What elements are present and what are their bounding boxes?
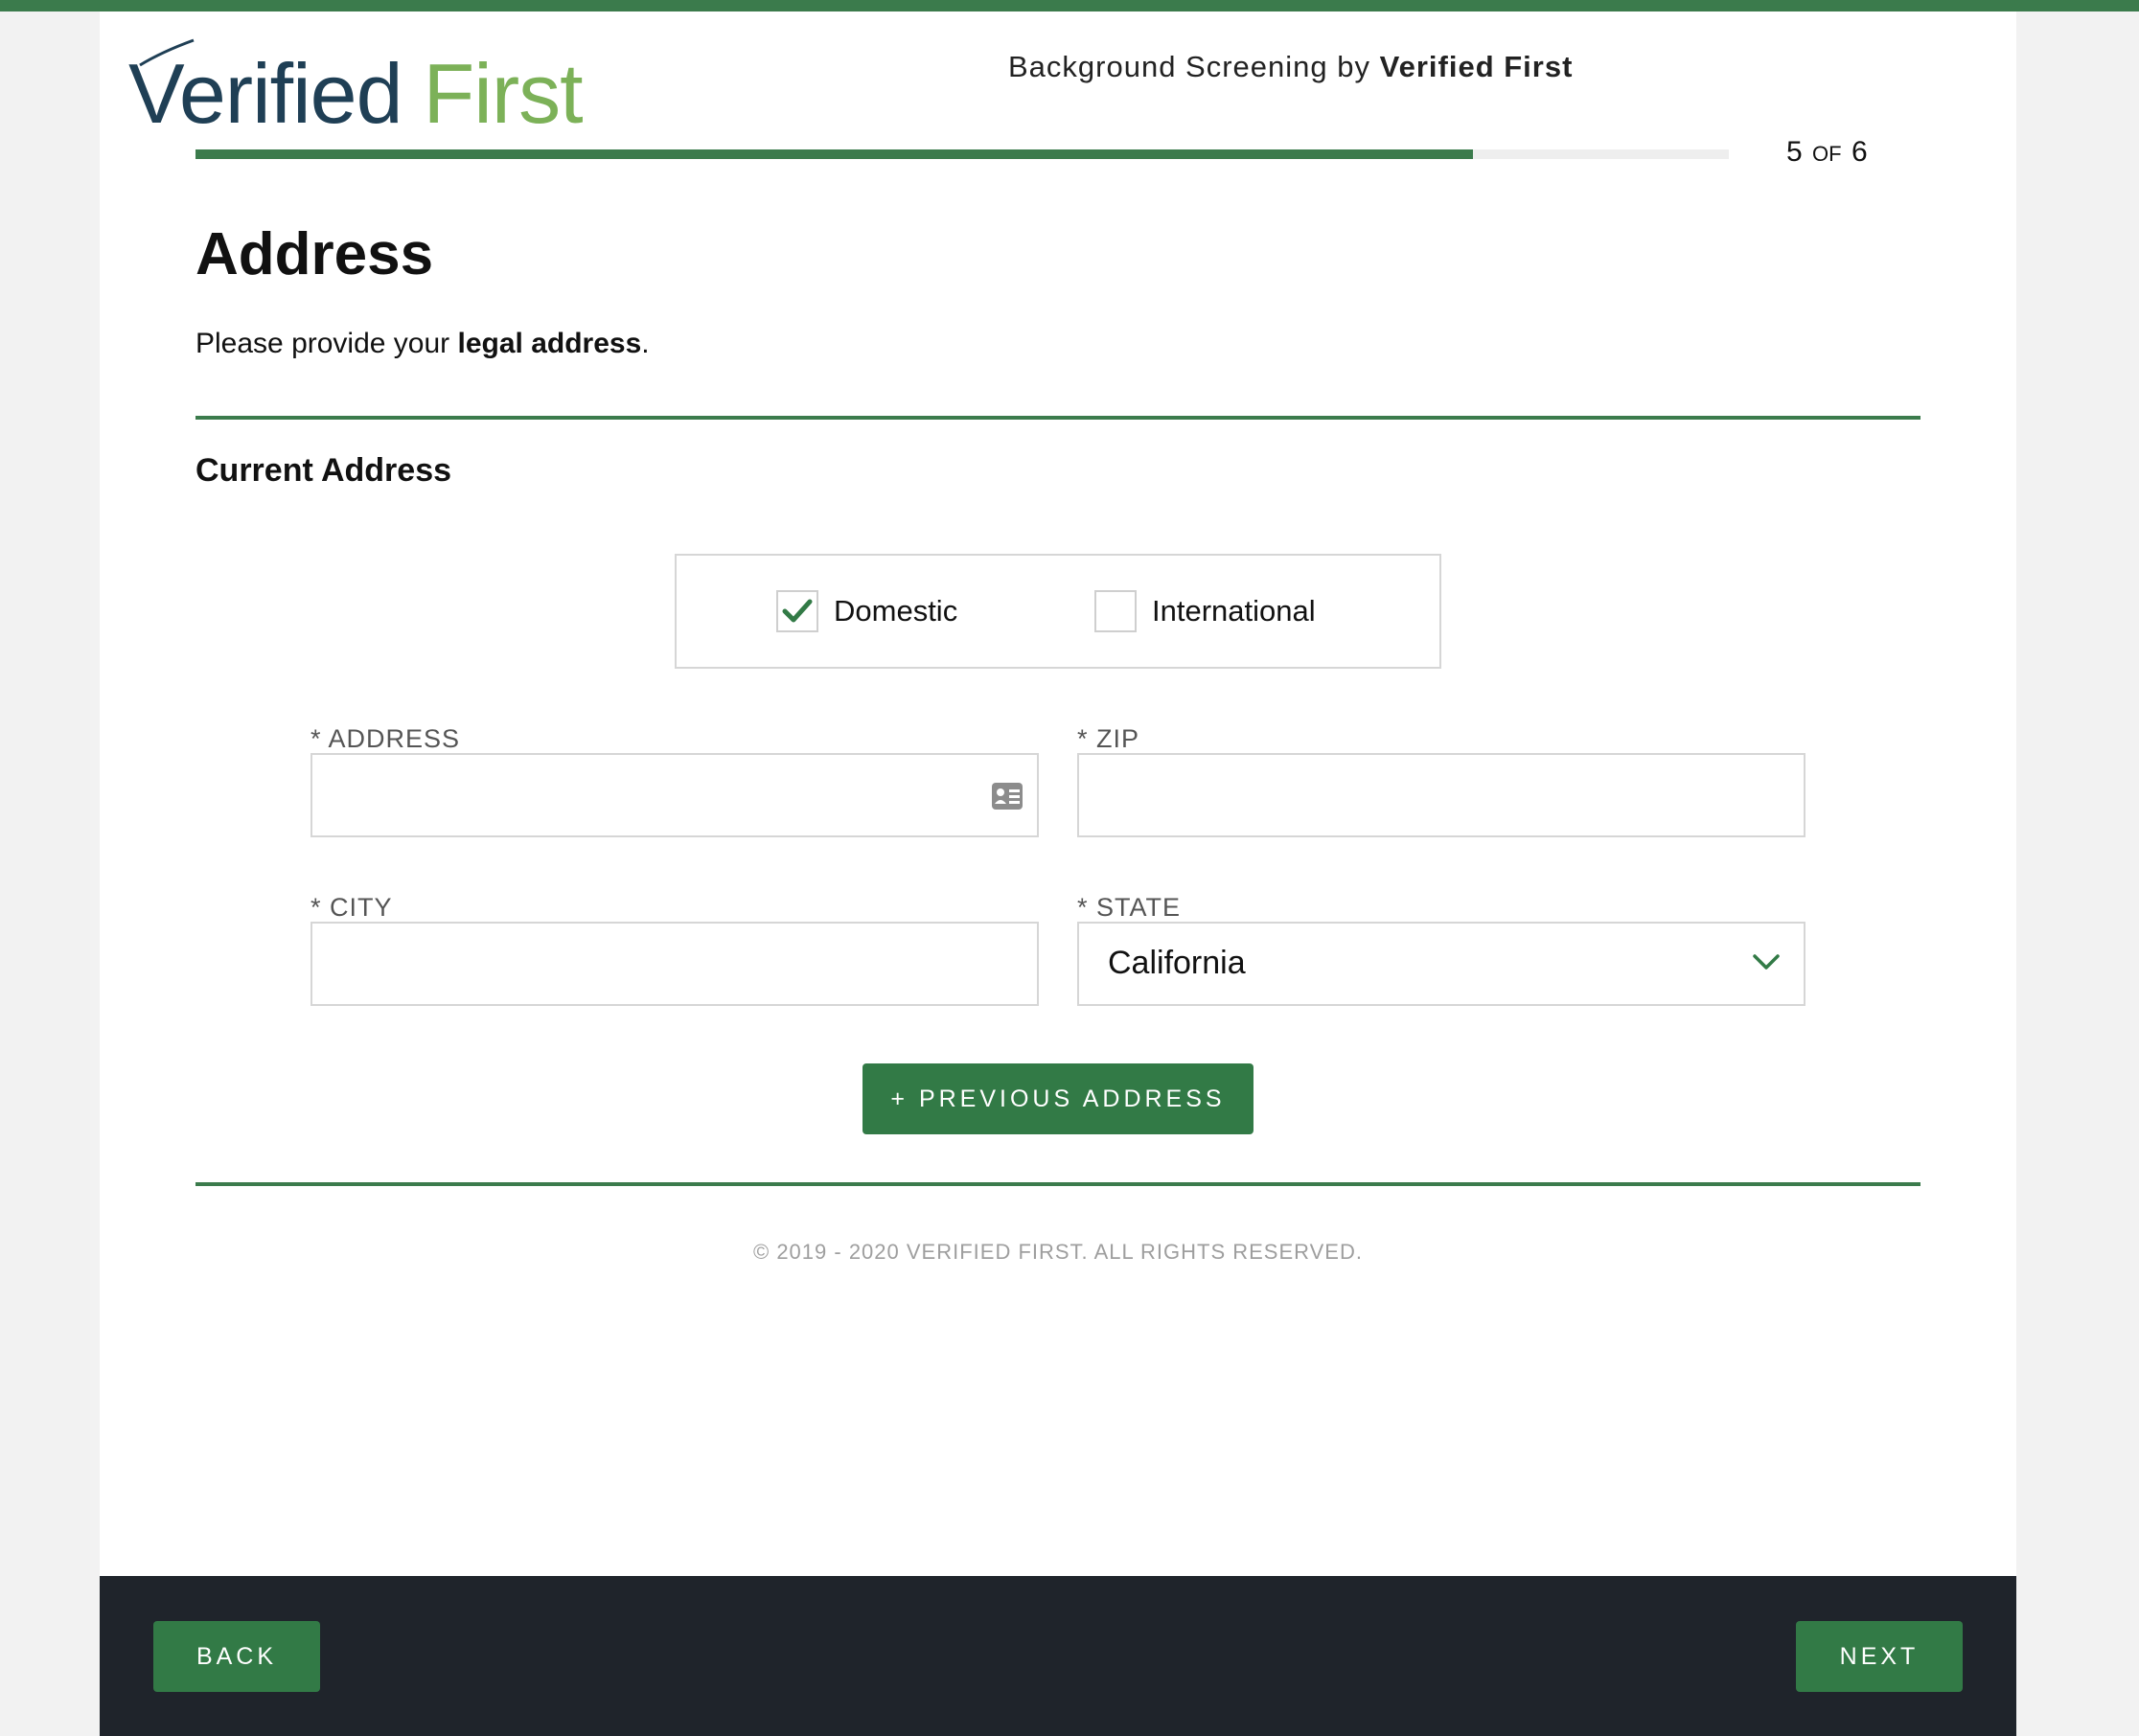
page-title: Address [196,221,434,287]
header-title: Background Screening by Verified First [1008,50,1573,84]
next-button[interactable]: NEXT [1796,1621,1963,1692]
international-checkbox[interactable] [1094,590,1137,632]
international-label: International [1152,594,1316,628]
logo-text-first: First [423,46,584,141]
address-field [310,753,1039,837]
city-label: * CITY [310,893,393,922]
intro-suffix: . [641,328,650,359]
domestic-option[interactable]: Domestic [776,590,957,632]
verified-first-logo[interactable]: Verified First [128,31,584,141]
international-option[interactable]: International [1094,590,1316,632]
zip-input[interactable] [1079,755,1804,835]
page-container: Verified First Background Screening by V… [100,11,2016,1736]
step-of-label: of [1812,142,1842,166]
state-label: * STATE [1077,893,1182,922]
progress-bar [196,149,1729,159]
section-title: Current Address [196,452,452,489]
checkmark-icon [782,599,813,623]
total-steps: 6 [1851,136,1868,168]
chevron-down-icon [1753,954,1780,970]
current-step: 5 [1786,136,1803,168]
city-input[interactable] [312,924,1037,1004]
intro-prefix: Please provide your [196,328,450,359]
header-title-brand: Verified First [1379,50,1574,83]
zip-field [1077,753,1806,837]
intro-text: Please provide your legal address. [196,328,650,360]
zip-label: * ZIP [1077,724,1140,753]
address-type-toggle: Domestic International [675,554,1441,669]
back-button[interactable]: BACK [153,1621,320,1692]
state-select[interactable]: California [1077,922,1806,1006]
state-selected-value: California [1108,945,1246,981]
address-input[interactable] [312,755,1037,835]
city-field [310,922,1039,1006]
domestic-checkbox[interactable] [776,590,818,632]
step-counter: 5 of 6 [1786,136,1868,169]
section-divider-bottom [196,1182,1920,1186]
logo-swoosh-icon [139,38,195,67]
header-title-prefix: Background Screening by [1008,50,1371,83]
intro-bold: legal address [457,328,642,359]
add-previous-address-button[interactable]: + PREVIOUS ADDRESS [862,1063,1254,1134]
domestic-label: Domestic [834,594,958,628]
progress-bar-fill [196,149,1473,159]
top-accent-stripe [0,0,2139,11]
address-label: * ADDRESS [310,724,461,753]
section-divider-top [196,416,1920,420]
copyright-text: © 2019 - 2020 VERIFIED FIRST. ALL RIGHTS… [753,1240,1363,1264]
contact-card-icon[interactable] [991,782,1024,811]
footer-nav-bar: BACK NEXT [100,1576,2016,1736]
